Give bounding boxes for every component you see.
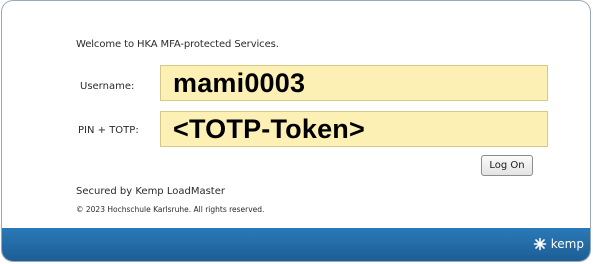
log-on-button[interactable]: Log On (481, 155, 533, 176)
footer-bar: kemp (2, 228, 590, 261)
secured-by-text: Secured by Kemp LoadMaster (76, 186, 225, 197)
pin-totp-value: <TOTP-Token> (173, 113, 365, 144)
login-panel: Welcome to HKA MFA-protected Services. U… (1, 0, 591, 262)
pin-totp-field[interactable]: <TOTP-Token> (160, 111, 548, 147)
welcome-message: Welcome to HKA MFA-protected Services. (76, 39, 279, 50)
username-field[interactable]: mami0003 (160, 65, 548, 101)
copyright-text: © 2023 Hochschule Karlsruhe. All rights … (76, 205, 265, 214)
pin-totp-label: PIN + TOTP: (78, 125, 139, 136)
kemp-brand: kemp (533, 237, 584, 251)
kemp-logo-icon (533, 237, 547, 251)
brand-name: kemp (550, 237, 584, 251)
username-value: mami0003 (173, 67, 306, 98)
username-label: Username: (80, 81, 135, 92)
